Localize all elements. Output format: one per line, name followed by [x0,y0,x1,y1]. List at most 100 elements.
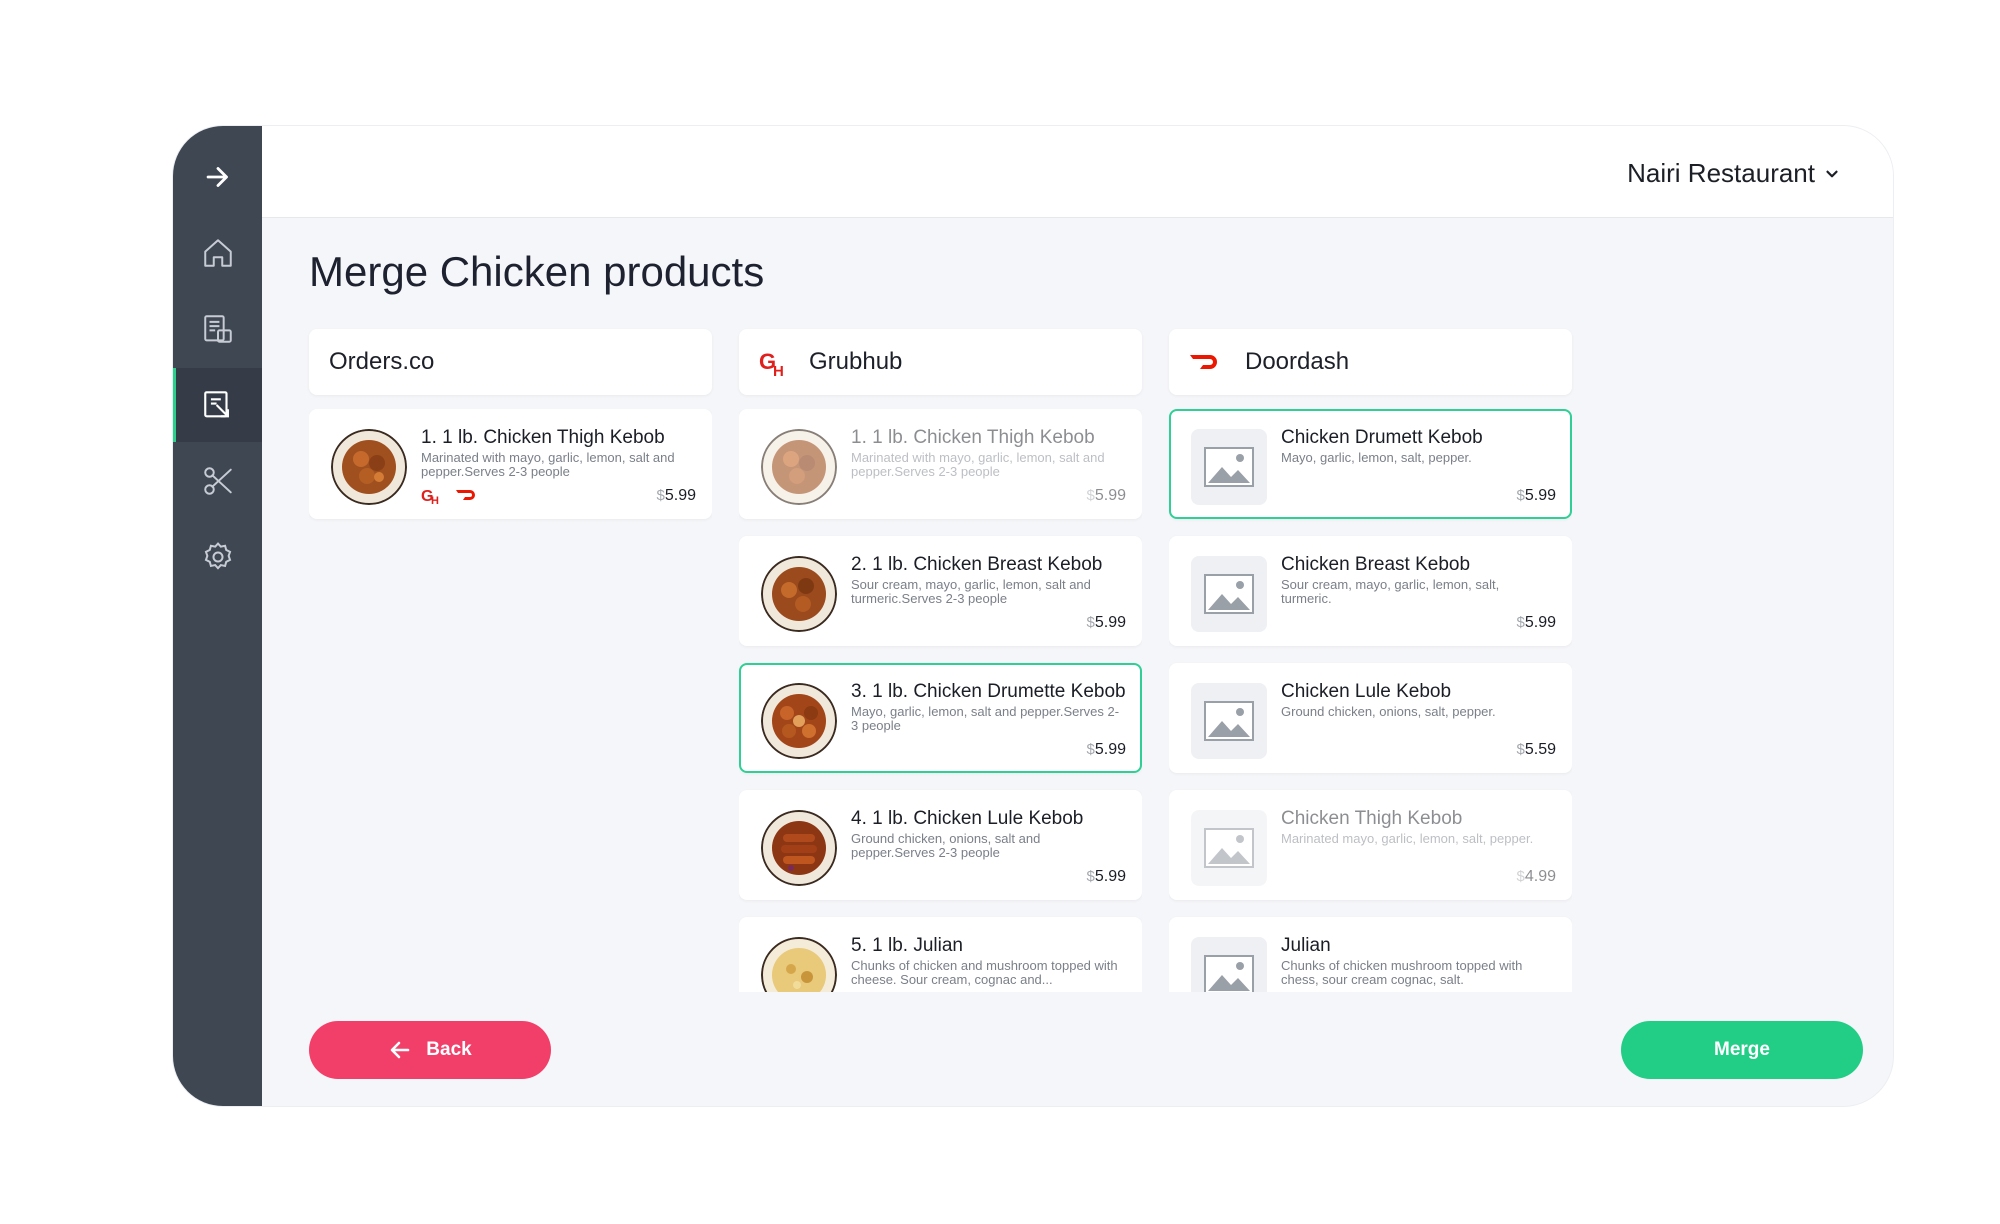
product-title: Julian [1281,935,1331,956]
sidebar [173,126,262,1106]
product-price: $5.99 [1516,614,1556,631]
doordash-logo-icon [456,490,475,500]
product-price: $5.99 [1086,614,1126,631]
product-image [761,429,837,505]
image-placeholder-icon [1204,955,1254,992]
column-header-doordash: Doordash [1169,329,1572,395]
merge-products-icon [203,391,229,418]
app-window: Nairi Restaurant Merge Chicken products … [173,126,1893,1106]
product-description: Marinated with mayo, garlic, lemon, salt… [421,450,675,479]
product-title: 1. 1 lb. Chicken Thigh Kebob [421,427,665,448]
product-description: Chunks of chicken mushroom topped with c… [1281,958,1523,987]
product-list: Chicken Drumett Kebob Mayo, garlic, lemo… [1169,409,1572,992]
image-placeholder-icon [1204,447,1254,487]
product-price: $4.99 [1516,868,1556,885]
image-placeholder [1191,937,1267,992]
platform-badges: GH [421,485,479,505]
product-card[interactable]: Julian Chunks of chicken mushroom topped… [1169,917,1572,992]
image-placeholder [1191,810,1267,886]
top-bar: Nairi Restaurant [262,126,1893,218]
settings-icon [204,542,231,570]
product-image [761,556,837,632]
arrow-left-icon [390,1041,410,1059]
product-card-selected[interactable]: 3. 1 lb. Chicken Drumette Kebob Mayo, ga… [739,663,1142,773]
product-title: 2. 1 lb. Chicken Breast Kebob [851,554,1103,575]
orders-icon [203,315,232,343]
product-card[interactable]: 1. 1 lb. Chicken Thigh Kebob Marinated w… [309,409,712,519]
product-image [331,429,407,505]
product-card[interactable]: 5. 1 lb. Julian Chunks of chicken and mu… [739,917,1142,992]
product-description: Ground chicken, onions, salt, pepper. [1281,704,1496,719]
product-description: Marinated mayo, garlic, lemon, salt, pep… [1281,831,1534,846]
product-price: $5.59 [1516,741,1556,758]
product-price: $5.99 [656,487,696,504]
product-title: 4. 1 lb. Chicken Lule Kebob [851,808,1084,829]
home-icon [203,239,232,267]
product-title: Chicken Drumett Kebob [1281,427,1483,448]
product-image [761,937,837,992]
image-placeholder-icon [1204,701,1254,741]
chevron-down-icon [1826,170,1838,177]
product-card[interactable]: 4. 1 lb. Chicken Lule Kebob Ground chick… [739,790,1142,900]
column-doordash: Doordash Chicken Drumett Kebob Mayo, gar… [1169,329,1572,992]
product-title: Chicken Thigh Kebob [1281,808,1463,829]
restaurant-name: Nairi Restaurant [1627,158,1815,188]
column-title: Orders.co [329,348,435,375]
product-title: 5. 1 lb. Julian [851,935,963,956]
restaurant-selector[interactable]: Nairi Restaurant [1627,158,1841,189]
tools-icon [203,467,232,495]
product-card[interactable]: Chicken Breast Kebob Sour cream, mayo, g… [1169,536,1572,646]
image-placeholder-icon [1204,828,1254,868]
column-header-ordersco: Orders.co [309,329,712,395]
product-list: 1. 1 lb. Chicken Thigh Kebob Marinated w… [739,409,1142,992]
image-placeholder [1191,429,1267,505]
sidebar-item-tools[interactable] [173,444,262,518]
back-button-label: Back [426,1039,472,1060]
image-placeholder-icon [1204,574,1254,614]
product-price: $5.99 [1086,487,1126,504]
expand-sidebar-button[interactable] [173,140,262,214]
column-ordersco: Orders.co 1. 1 lb. Chicken Thigh Kebob M… [309,329,712,519]
product-card-selected[interactable]: Chicken Drumett Kebob Mayo, garlic, lemo… [1169,409,1572,519]
product-price: $5.99 [1516,487,1556,504]
back-button[interactable]: Back [309,1021,551,1079]
sidebar-item-home[interactable] [173,216,262,290]
product-title: Chicken Lule Kebob [1281,681,1452,702]
column-title: Doordash [1245,348,1350,375]
product-description: Mayo, garlic, lemon, salt and pepper.Ser… [851,704,1120,733]
product-price: $5.99 [1086,741,1126,758]
merge-button[interactable]: Merge [1621,1021,1863,1079]
merge-button-label: Merge [1714,1039,1770,1060]
product-card[interactable]: 1. 1 lb. Chicken Thigh Kebob Marinated w… [739,409,1142,519]
svg-text:H: H [431,495,439,505]
product-image [761,810,837,886]
svg-text:H: H [773,363,784,377]
product-title: 3. 1 lb. Chicken Drumette Kebob [851,681,1126,702]
grubhub-logo-icon: GH [759,349,784,377]
product-description: Mayo, garlic, lemon, salt, pepper. [1281,450,1472,465]
product-description: Sour cream, mayo, garlic, lemon, salt an… [851,577,1091,606]
product-list: 1. 1 lb. Chicken Thigh Kebob Marinated w… [309,409,712,992]
sidebar-item-settings[interactable] [173,520,262,594]
product-description: Ground chicken, onions, salt and pepper.… [851,831,1041,860]
image-placeholder [1191,556,1267,632]
sidebar-item-merge-products[interactable] [173,368,262,442]
product-card[interactable]: 2. 1 lb. Chicken Breast Kebob Sour cream… [739,536,1142,646]
column-grubhub: GH Grubhub 1. 1 lb. Chicken Thigh Kebob … [739,329,1142,992]
image-placeholder [1191,683,1267,759]
product-title: Chicken Breast Kebob [1281,554,1471,575]
product-description: Sour cream, mayo, garlic, lemon, salt, t… [1281,577,1500,606]
sidebar-item-orders[interactable] [173,292,262,366]
arrow-right-icon [206,167,228,187]
column-title: Grubhub [809,348,903,375]
page-title: Merge Chicken products [309,248,765,295]
product-image [761,683,837,759]
grubhub-logo-icon: GH [421,488,439,505]
product-title: 1. 1 lb. Chicken Thigh Kebob [851,427,1095,448]
product-card[interactable]: Chicken Lule Kebob Ground chicken, onion… [1169,663,1572,773]
product-description: Marinated with mayo, garlic, lemon, salt… [851,450,1105,479]
product-card[interactable]: Chicken Thigh Kebob Marinated mayo, garl… [1169,790,1572,900]
column-header-grubhub: GH Grubhub [739,329,1142,395]
doordash-logo-icon [1190,355,1217,369]
product-price: $5.99 [1086,868,1126,885]
